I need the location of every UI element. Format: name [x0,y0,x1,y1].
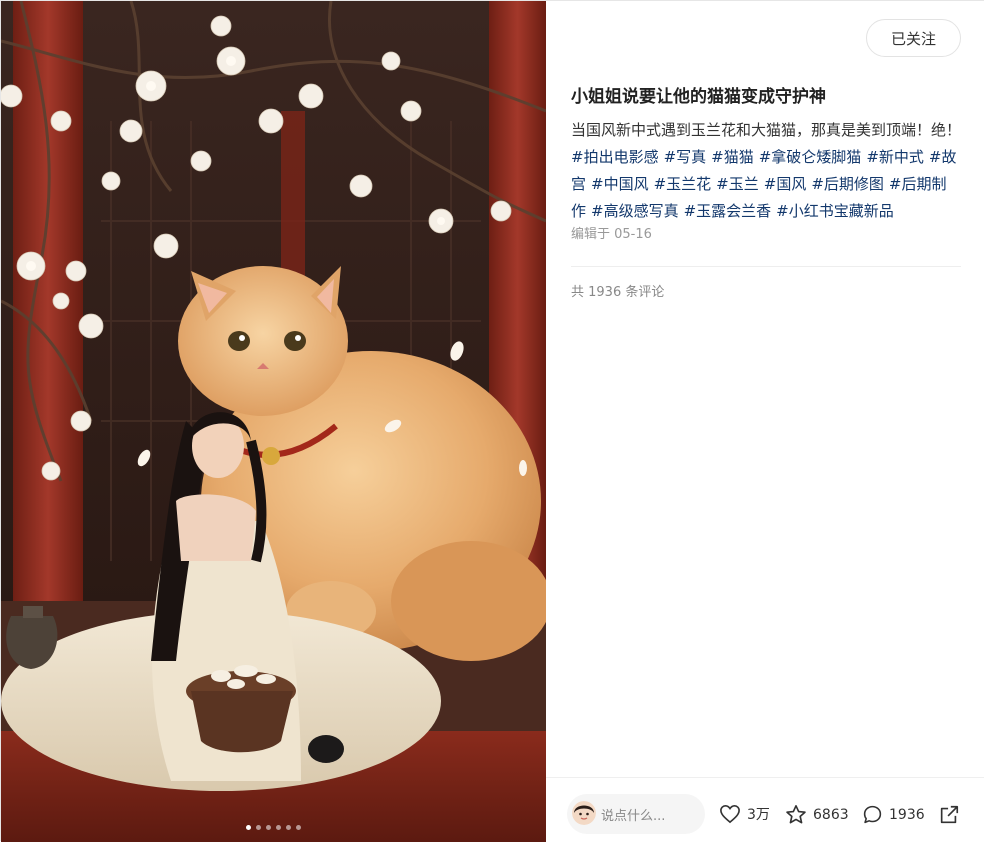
heart-icon [720,804,740,824]
share-button[interactable] [938,804,966,826]
hashtag-link[interactable]: #后期修图 [811,175,884,193]
collect-button[interactable]: 6863 [785,804,849,825]
hashtag-link[interactable]: #玉兰花 [654,175,712,193]
chat-bubble-icon [863,805,882,824]
hashtag-link[interactable]: #猫猫 [711,148,754,166]
note-detail-panel: 已关注 小姐姐说要让他的猫猫变成守护神 当国风新中式遇到玉兰花和大猫猫，那真是美… [546,1,984,843]
share-icon [940,805,959,824]
hashtag-link[interactable]: #玉露会兰香 [684,202,772,220]
hashtag-link[interactable]: #高级感写真 [591,202,679,220]
carousel-dot[interactable] [286,825,291,830]
hashtag-link[interactable]: #拿破仑矮脚猫 [759,148,862,166]
star-icon [786,805,806,824]
post-title: 小姐姐说要让他的猫猫变成守护神 [571,87,826,107]
avatar [572,801,596,825]
carousel-dot[interactable] [256,825,261,830]
hashtag-link[interactable]: #写真 [664,148,707,166]
carousel-dot-active[interactable] [246,825,251,830]
like-button[interactable]: 3万 [719,804,770,824]
carousel-dot[interactable] [266,825,271,830]
like-count: 3万 [747,807,770,823]
post-image[interactable] [1,1,546,842]
hashtag-link[interactable]: #小红书宝藏新品 [776,202,894,220]
comment-count: 1936 [889,806,925,823]
engagement-bar: 说点什么... 3万 6863 1936 [546,777,984,843]
comment-placeholder: 说点什么... [601,809,666,824]
follow-button[interactable]: 已关注 [866,19,961,57]
hashtag-link[interactable]: #国风 [764,175,807,193]
comment-button[interactable]: 1936 [862,804,925,825]
comment-input[interactable]: 说点什么... [567,794,705,834]
hashtag-link[interactable]: #拍出电影感 [571,148,659,166]
carousel-dot[interactable] [276,825,281,830]
hashtag-link[interactable]: #玉兰 [716,175,759,193]
post-description: 当国风新中式遇到玉兰花和大猫猫，那真是美到顶端！绝！ #拍出电影感 #写真 #猫猫 #拿… [571,117,963,225]
carousel-indicator [1,825,546,830]
collect-count: 6863 [813,806,849,823]
hashtag-link[interactable]: #新中式 [866,148,924,166]
hashtag-link[interactable]: #中国风 [591,175,649,193]
note-detail-window: 已关注 小姐姐说要让他的猫猫变成守护神 当国风新中式遇到玉兰花和大猫猫，那真是美… [0,0,984,843]
edit-date: 编辑于 05-16 [571,227,652,242]
photo-illustration [1,1,546,842]
divider [571,266,961,267]
carousel-dot[interactable] [296,825,301,830]
comment-total: 共 1936 条评论 [571,285,665,300]
description-text: 当国风新中式遇到玉兰花和大猫猫，那真是美到顶端！绝！ [571,121,962,139]
